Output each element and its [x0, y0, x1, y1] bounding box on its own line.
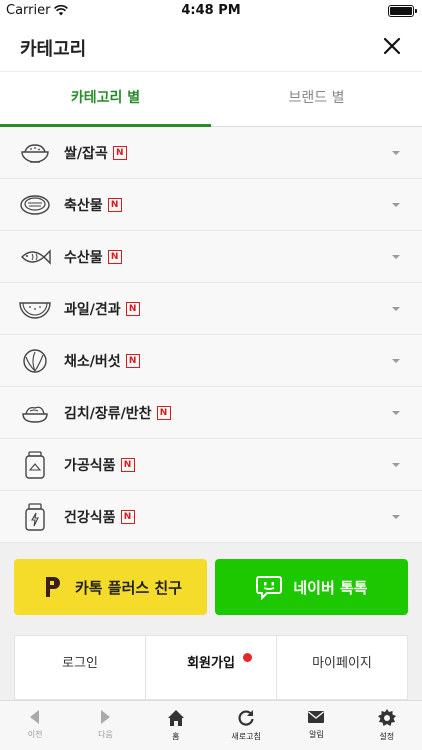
refresh-icon — [238, 710, 254, 726]
page-header: 카테고리 — [0, 22, 422, 72]
battery-icon — [388, 5, 417, 17]
chevron-down-icon — [392, 151, 400, 155]
tab-by-category[interactable]: 카테고리 별 — [0, 72, 211, 127]
bottom-area: 카톡 플러스 친구 네이버 톡톡 로그인 회원가입 마이페이지 — [0, 543, 422, 700]
notification-label: 알림 — [309, 730, 324, 739]
notification-dot — [243, 653, 252, 662]
bottom-toolbar: 이전 다음 홈 새로고침 알림 설정 — [0, 700, 422, 750]
settings-button[interactable]: 설정 — [352, 701, 422, 750]
category-tabs: 카테고리 별 브랜드 별 — [0, 72, 422, 127]
mypage-link[interactable]: 마이페이지 — [277, 636, 407, 699]
back-arrow-icon — [30, 710, 40, 724]
back-button[interactable]: 이전 — [0, 701, 70, 750]
forward-button[interactable]: 다음 — [70, 701, 140, 750]
new-badge: N — [156, 405, 171, 420]
signup-label: 회원가입 — [187, 656, 235, 671]
refresh-label: 새로고침 — [231, 732, 261, 741]
home-label: 홈 — [172, 732, 180, 741]
close-icon[interactable] — [378, 32, 406, 60]
chevron-down-icon — [392, 515, 400, 519]
signup-link[interactable]: 회원가입 — [146, 636, 277, 699]
new-badge: N — [120, 509, 135, 524]
new-badge: N — [125, 353, 140, 368]
chevron-down-icon — [392, 359, 400, 363]
mail-icon — [308, 711, 325, 723]
fish-icon — [18, 242, 52, 272]
chevron-down-icon — [392, 255, 400, 259]
chevron-down-icon — [392, 203, 400, 207]
naver-talktalk-button[interactable]: 네이버 톡톡 — [215, 559, 408, 615]
refresh-button[interactable]: 새로고침 — [211, 701, 281, 750]
settings-label: 설정 — [379, 732, 395, 741]
category-item-processed[interactable]: 가공식품 N — [0, 439, 422, 491]
category-label: 쌀/잡곡 — [64, 145, 108, 162]
kakao-plus-friend-button[interactable]: 카톡 플러스 친구 — [14, 559, 207, 615]
new-badge: N — [107, 197, 122, 212]
home-button[interactable]: 홈 — [141, 701, 211, 750]
category-item-fruit[interactable]: 과일/견과 N — [0, 283, 422, 335]
new-badge: N — [125, 301, 140, 316]
gear-icon — [377, 709, 396, 726]
category-item-seafood[interactable]: 수산물 N — [0, 231, 422, 283]
forward-arrow-icon — [101, 710, 111, 724]
naver-talk-icon — [256, 576, 283, 600]
login-link[interactable]: 로그인 — [15, 636, 146, 699]
jar-icon — [18, 450, 52, 480]
category-label: 김치/장류/반찬 — [64, 405, 152, 422]
steak-icon — [18, 190, 52, 220]
category-item-rice[interactable]: 쌀/잡곡 N — [0, 127, 422, 179]
kakao-plus-label: 카톡 플러스 친구 — [74, 578, 183, 597]
new-badge: N — [107, 249, 122, 264]
chevron-down-icon — [392, 463, 400, 467]
chevron-down-icon — [392, 307, 400, 311]
side-dish-icon — [18, 398, 52, 428]
category-item-kimchi[interactable]: 김치/장류/반찬 N — [0, 387, 422, 439]
home-icon — [167, 710, 184, 726]
chevron-down-icon — [392, 411, 400, 415]
back-label: 이전 — [27, 730, 43, 739]
forward-label: 다음 — [98, 730, 113, 739]
category-label: 과일/견과 — [64, 301, 121, 318]
page-title: 카테고리 — [20, 39, 87, 60]
category-item-meat[interactable]: 축산물 N — [0, 179, 422, 231]
category-label: 가공식품 — [64, 457, 116, 474]
status-bar: Carrier 4:48 PM — [0, 0, 422, 22]
new-badge: N — [120, 457, 135, 472]
category-label: 채소/버섯 — [64, 353, 121, 370]
category-label: 축산물 — [64, 197, 103, 214]
category-label: 건강식품 — [64, 509, 116, 526]
new-badge: N — [112, 145, 127, 160]
category-item-vegetable[interactable]: 채소/버섯 N — [0, 335, 422, 387]
category-label: 수산물 — [64, 249, 103, 266]
category-item-health[interactable]: 건강식품 N — [0, 491, 422, 543]
cabbage-icon — [18, 346, 52, 376]
auth-links: 로그인 회원가입 마이페이지 — [14, 635, 408, 700]
supplement-bottle-icon — [18, 502, 52, 532]
clock: 4:48 PM — [181, 3, 241, 18]
rice-bowl-icon — [18, 138, 52, 168]
naver-talktalk-label: 네이버 톡톡 — [293, 578, 368, 597]
category-list: 쌀/잡곡 N 축산물 N 수산물 N 과일/견과 N 채소/버섯 N 김치/장류… — [0, 127, 422, 543]
kakao-plus-icon — [45, 577, 60, 597]
notification-button[interactable]: 알림 — [281, 701, 351, 750]
tab-by-brand[interactable]: 브랜드 별 — [211, 72, 422, 126]
watermelon-icon — [18, 294, 52, 324]
